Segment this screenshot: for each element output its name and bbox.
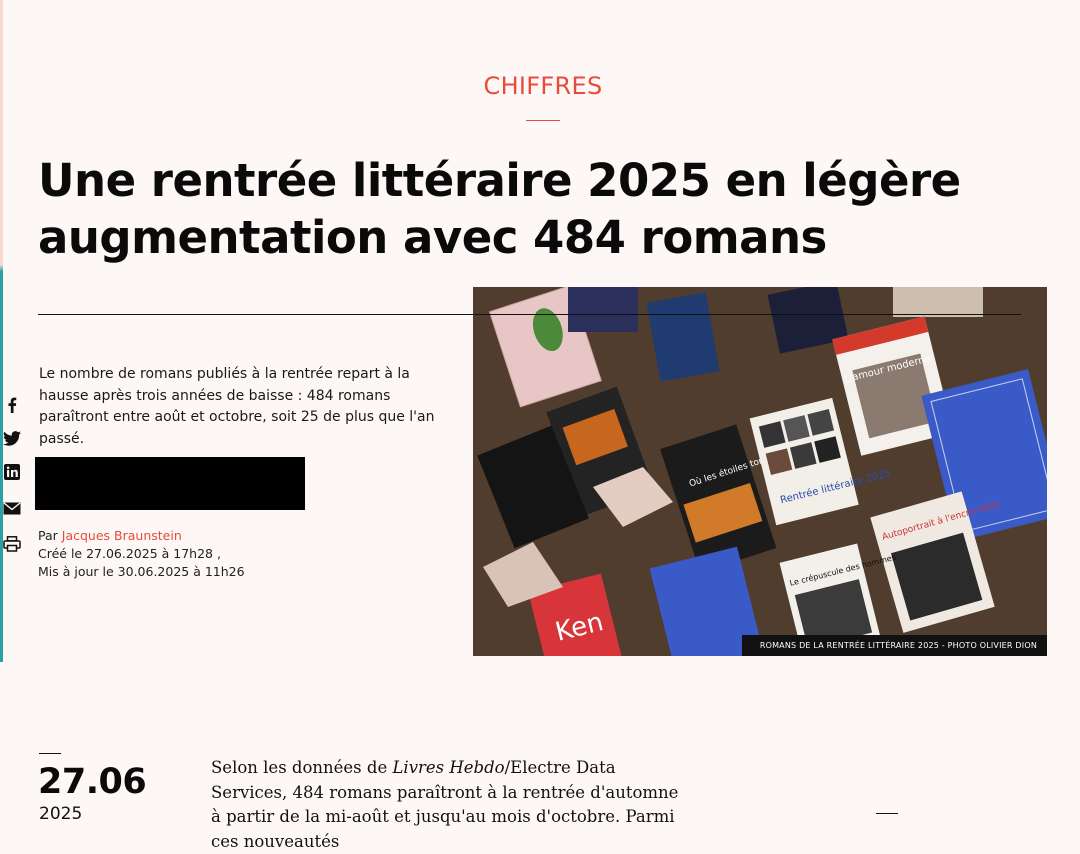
author-link[interactable]: Jacques Braunstein <box>62 528 182 543</box>
ad-placeholder <box>35 457 305 510</box>
byline-prefix: Par <box>38 528 58 543</box>
image-caption: ROMANS DE LA RENTRÉE LITTÉRAIRE 2025 - P… <box>741 635 1047 656</box>
body-intro: Selon les données de <box>211 758 393 777</box>
date-year: 2025 <box>39 804 83 824</box>
byline: Par Jacques Braunstein Créé le 27.06.202… <box>38 527 245 581</box>
article-headline: Une rentrée littéraire 2025 en légère au… <box>38 154 961 264</box>
email-icon[interactable] <box>2 498 22 518</box>
book-photo: L'amour moderne Où les étoiles tombent R… <box>473 287 1047 656</box>
byline-author-line: Par Jacques Braunstein <box>38 527 245 545</box>
category-divider <box>526 120 560 121</box>
date-day-month: 27.06 <box>38 762 147 802</box>
updated-date: Mis à jour le 30.06.2025 à 11h26 <box>38 564 245 579</box>
print-icon[interactable] <box>2 534 22 554</box>
article-body: Selon les données de Livres Hebdo/Electr… <box>211 756 691 854</box>
aside-divider <box>876 813 898 814</box>
date-divider <box>39 753 61 754</box>
created-date: Créé le 27.06.2025 à 17h28 , <box>38 546 221 561</box>
article-category[interactable]: CHIFFRES <box>0 72 1080 100</box>
facebook-icon[interactable] <box>2 395 22 415</box>
twitter-icon[interactable] <box>2 428 22 448</box>
body-source: Livres Hebdo <box>392 758 505 777</box>
headline-divider <box>38 314 1021 315</box>
linkedin-icon[interactable] <box>2 462 22 482</box>
hero-image: L'amour moderne Où les étoiles tombent R… <box>473 287 1047 656</box>
article-lede: Le nombre de romans publiés à la rentrée… <box>39 366 435 447</box>
